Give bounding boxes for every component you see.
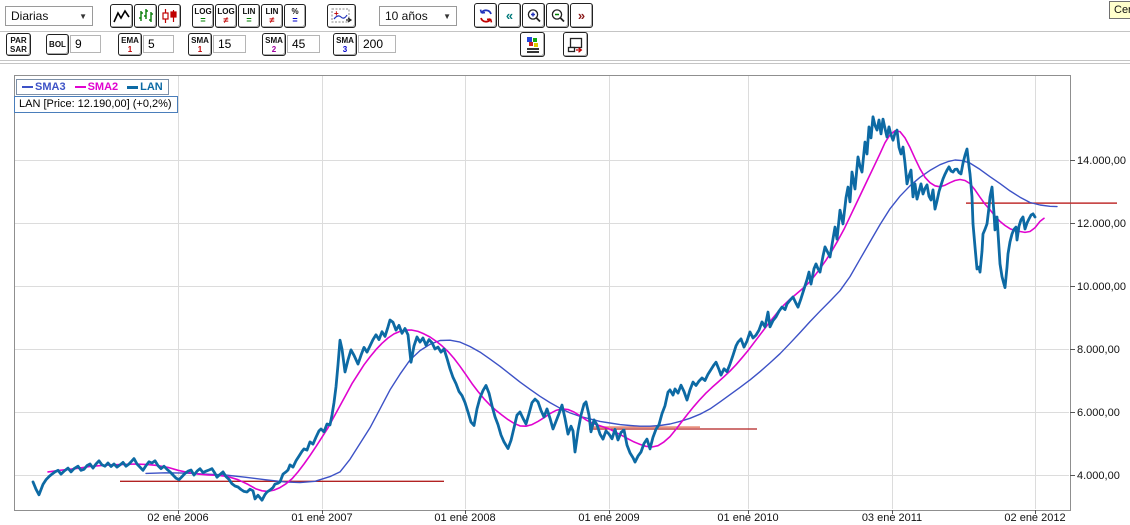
chart-legend: SMA3 SMA2 LAN xyxy=(16,79,169,95)
svg-text:02 ene 2012: 02 ene 2012 xyxy=(1004,512,1065,524)
legend-item-sma2: SMA2 xyxy=(74,81,119,93)
legend-label: SMA2 xyxy=(87,81,119,93)
x-axis-labels: 02 ene 2006 01 ene 2007 01 ene 2008 01 ene … xyxy=(147,512,1065,524)
svg-text:01 ene 2009: 01 ene 2009 xyxy=(578,512,639,524)
legend-item-lan: LAN xyxy=(127,81,163,93)
y-axis-labels: 4.000,00 6.000,00 8.000,00 10.000,00 12.000,… xyxy=(1077,155,1126,482)
svg-text:14.000,00: 14.000,00 xyxy=(1077,155,1126,167)
series-lan xyxy=(31,115,1037,502)
legend-label: LAN xyxy=(140,81,163,93)
price-series xyxy=(31,115,1058,502)
sma2-line-swatch xyxy=(74,86,86,88)
app-window: { "window": { "close_label": "Cer" }, "t… xyxy=(0,0,1130,525)
svg-text:10.000,00: 10.000,00 xyxy=(1077,281,1126,293)
svg-text:01 ene 2008: 01 ene 2008 xyxy=(434,512,495,524)
legend-item-sma3: SMA3 xyxy=(22,81,66,93)
last-price-text: LAN [Price: 12.190,00] (+0,2%) xyxy=(19,98,172,110)
legend-label: SMA3 xyxy=(35,81,66,93)
chart-canvas[interactable]: 02 ene 2006 01 ene 2007 01 ene 2008 01 ene … xyxy=(0,0,1130,525)
series-sma2 xyxy=(47,129,1045,493)
gridlines xyxy=(15,76,1069,509)
svg-text:02 ene 2006: 02 ene 2006 xyxy=(147,512,208,524)
svg-text:03 ene 2011: 03 ene 2011 xyxy=(862,512,922,524)
svg-text:01 ene 2007: 01 ene 2007 xyxy=(291,512,352,524)
svg-text:01 ene 2010: 01 ene 2010 xyxy=(717,512,778,524)
plot-border xyxy=(14,75,1071,511)
last-price-box: LAN [Price: 12.190,00] (+0,2%) xyxy=(14,96,178,113)
axis-ticks xyxy=(178,160,1075,514)
svg-text:8.000,00: 8.000,00 xyxy=(1077,344,1120,356)
lan-line-swatch xyxy=(127,85,139,89)
svg-text:6.000,00: 6.000,00 xyxy=(1077,407,1120,419)
svg-text:4.000,00: 4.000,00 xyxy=(1077,470,1120,482)
sma3-line-swatch xyxy=(22,86,33,88)
svg-text:12.000,00: 12.000,00 xyxy=(1077,218,1126,230)
